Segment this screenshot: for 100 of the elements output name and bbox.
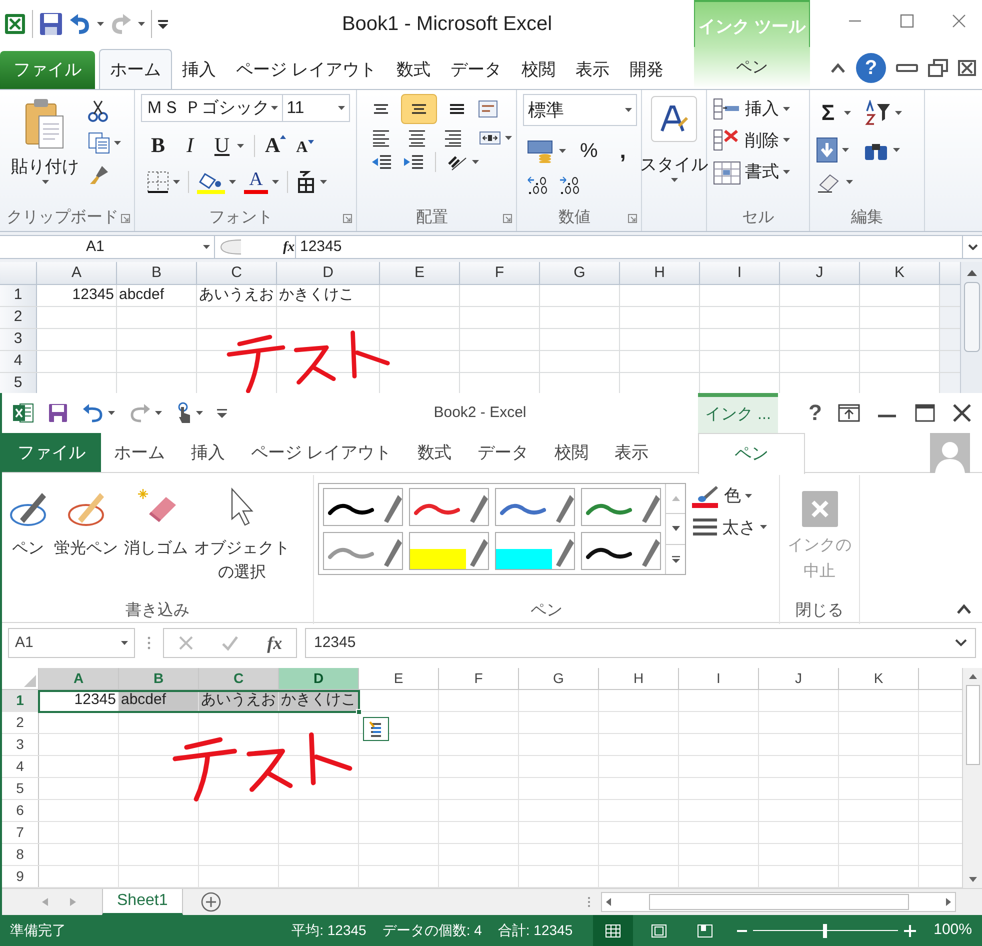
clipboard-icon[interactable] — [25, 98, 65, 150]
column-header[interactable]: D — [279, 668, 359, 689]
dialog-launcher-icon[interactable] — [343, 214, 352, 222]
dropdown-caret-icon[interactable] — [229, 180, 236, 184]
horizontal-scrollbar[interactable] — [601, 892, 956, 912]
dropdown-caret-icon[interactable] — [842, 148, 849, 152]
formula-input-field[interactable]: 12345 — [305, 628, 976, 658]
save-icon[interactable] — [48, 403, 68, 423]
zoom-level[interactable]: 100% — [922, 919, 972, 942]
maximize-icon[interactable] — [900, 14, 914, 28]
close-icon[interactable] — [952, 14, 966, 28]
insert-cells-button[interactable]: 挿入 — [713, 96, 790, 122]
delete-cells-icon[interactable] — [713, 129, 741, 152]
split-handle-icon[interactable] — [587, 896, 591, 908]
gallery-more-icon[interactable] — [672, 556, 680, 563]
dropdown-caret-icon[interactable] — [895, 110, 902, 114]
ribbon-tab[interactable]: 校閲 — [512, 51, 566, 89]
dialog-launcher-icon[interactable] — [121, 214, 130, 222]
ink-tool-button[interactable]: 蛍光ペン — [52, 481, 120, 561]
restore-window-icon[interactable] — [928, 59, 948, 77]
ribbon-tab[interactable]: 表示 — [566, 51, 620, 89]
dropdown-caret-icon[interactable] — [237, 144, 244, 148]
contextual-ribbon-tab[interactable]: ペン — [698, 433, 805, 474]
row-header[interactable]: 3 — [0, 329, 37, 350]
dropdown-caret-icon[interactable] — [196, 411, 203, 415]
vertical-scrollbar[interactable] — [962, 668, 982, 888]
enter-check-icon[interactable] — [221, 635, 240, 651]
close-icon[interactable] — [952, 404, 972, 422]
format-cells-button[interactable]: 書式 — [713, 159, 790, 185]
delete-cells-button[interactable]: 削除 — [713, 128, 790, 153]
autosum-button[interactable]: Σ — [816, 96, 840, 129]
pen-color-button[interactable]: 色 — [692, 483, 767, 508]
zoom-in-icon[interactable] — [904, 924, 916, 936]
dropdown-caret-icon[interactable] — [108, 411, 115, 415]
phonetic-guide-icon[interactable] — [296, 170, 316, 194]
scrollbar-thumb[interactable] — [964, 282, 980, 352]
help-button[interactable]: ? — [856, 53, 886, 83]
help-button[interactable]: ? — [808, 402, 822, 424]
scroll-up-icon[interactable] — [968, 674, 976, 679]
zoom-slider-thumb[interactable] — [823, 924, 828, 938]
insert-function-button[interactable]: fx — [283, 236, 295, 258]
dropdown-caret-icon[interactable] — [320, 180, 327, 184]
file-tab[interactable]: ファイル — [0, 51, 95, 89]
formula-input-field[interactable]: 12345 — [295, 236, 962, 258]
dropdown-caret-icon[interactable] — [559, 148, 566, 152]
fill-handle[interactable] — [356, 709, 362, 715]
column-header[interactable]: C — [199, 668, 279, 689]
ribbon-tab[interactable]: データ — [440, 51, 512, 89]
ribbon-tab[interactable]: 挿入 — [172, 51, 226, 89]
undo-icon[interactable] — [69, 14, 91, 34]
grow-font-button[interactable]: A — [265, 135, 286, 156]
paste-button[interactable]: 貼り付け — [6, 94, 84, 205]
save-icon[interactable] — [39, 12, 63, 36]
dropdown-caret-icon[interactable] — [760, 525, 767, 530]
gallery-down-icon[interactable] — [672, 526, 680, 532]
percent-style-button[interactable]: % — [576, 136, 602, 166]
column-header[interactable]: B — [117, 262, 197, 284]
ribbon-tab[interactable]: ページ レイアウト — [238, 433, 405, 472]
excel-icon[interactable] — [4, 12, 26, 34]
bold-button[interactable]: B — [147, 130, 169, 162]
file-tab[interactable]: ファイル — [2, 433, 101, 472]
customize-toolbar-icon[interactable] — [217, 408, 227, 418]
scroll-left-icon[interactable] — [606, 898, 611, 906]
ribbon-display-options-icon[interactable] — [838, 404, 860, 422]
ribbon-tab[interactable]: 開発 — [620, 51, 674, 89]
dropdown-caret-icon[interactable] — [472, 160, 479, 164]
undo-icon[interactable] — [82, 403, 104, 423]
excel-icon[interactable] — [12, 402, 34, 424]
collapse-ribbon-icon[interactable] — [956, 604, 972, 614]
column-header[interactable]: A — [37, 262, 117, 284]
column-header[interactable]: H — [620, 262, 700, 284]
dropdown-caret-icon[interactable] — [783, 170, 790, 174]
dropdown-caret-icon[interactable] — [783, 138, 790, 142]
contextual-ribbon-tab[interactable]: ペン — [694, 47, 810, 89]
dropdown-caret-icon[interactable] — [203, 245, 210, 249]
pen-style-option[interactable] — [581, 532, 661, 570]
font-size-dropdown[interactable]: 11 — [282, 94, 350, 122]
ribbon-tab[interactable]: 数式 — [386, 51, 441, 89]
column-header[interactable]: E — [380, 262, 460, 284]
borders-icon[interactable] — [147, 170, 169, 192]
dropdown-caret-icon[interactable] — [155, 411, 162, 415]
dropdown-caret-icon[interactable] — [138, 22, 145, 26]
touch-mode-icon[interactable] — [176, 402, 192, 424]
accounting-format-icon[interactable] — [527, 138, 555, 162]
comma-style-button[interactable]: , — [612, 134, 634, 167]
dropdown-caret-icon[interactable] — [505, 136, 512, 140]
scrollbar-thumb[interactable] — [648, 894, 908, 910]
insert-function-button[interactable]: fx — [267, 630, 282, 656]
ribbon-tab[interactable]: データ — [464, 433, 542, 472]
ink-tool-button[interactable]: オブジェクトの選択 — [192, 481, 292, 585]
dropdown-caret-icon[interactable] — [121, 641, 128, 645]
row-header[interactable]: 4 — [0, 351, 37, 372]
scroll-down-icon[interactable] — [968, 877, 976, 882]
cell-styles-icon[interactable] — [659, 104, 689, 134]
format-painter-icon[interactable] — [88, 164, 110, 186]
decrease-decimal-icon[interactable] — [559, 175, 581, 195]
dropdown-caret-icon[interactable] — [114, 141, 121, 145]
minimize-window-icon[interactable] — [896, 63, 918, 73]
number-format-dropdown[interactable]: 標準 — [523, 94, 637, 126]
column-header[interactable]: J — [780, 262, 860, 284]
